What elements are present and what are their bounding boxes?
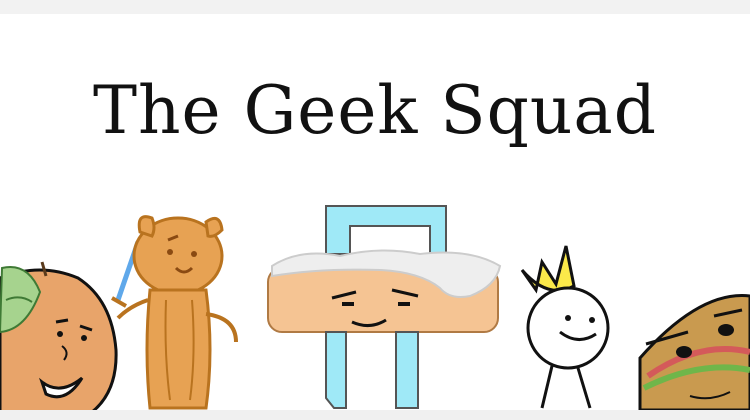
bottom-strip	[0, 410, 750, 420]
sandwich-character-icon	[638, 294, 750, 412]
ruler-cake-character-icon	[267, 205, 502, 409]
crowned-stickman-character-icon	[520, 245, 610, 409]
characters-illustration	[0, 205, 750, 420]
peach-character-icon	[0, 261, 118, 420]
canvas: The Geek Squad	[0, 0, 750, 420]
bear-with-sword-character-icon	[111, 215, 238, 410]
